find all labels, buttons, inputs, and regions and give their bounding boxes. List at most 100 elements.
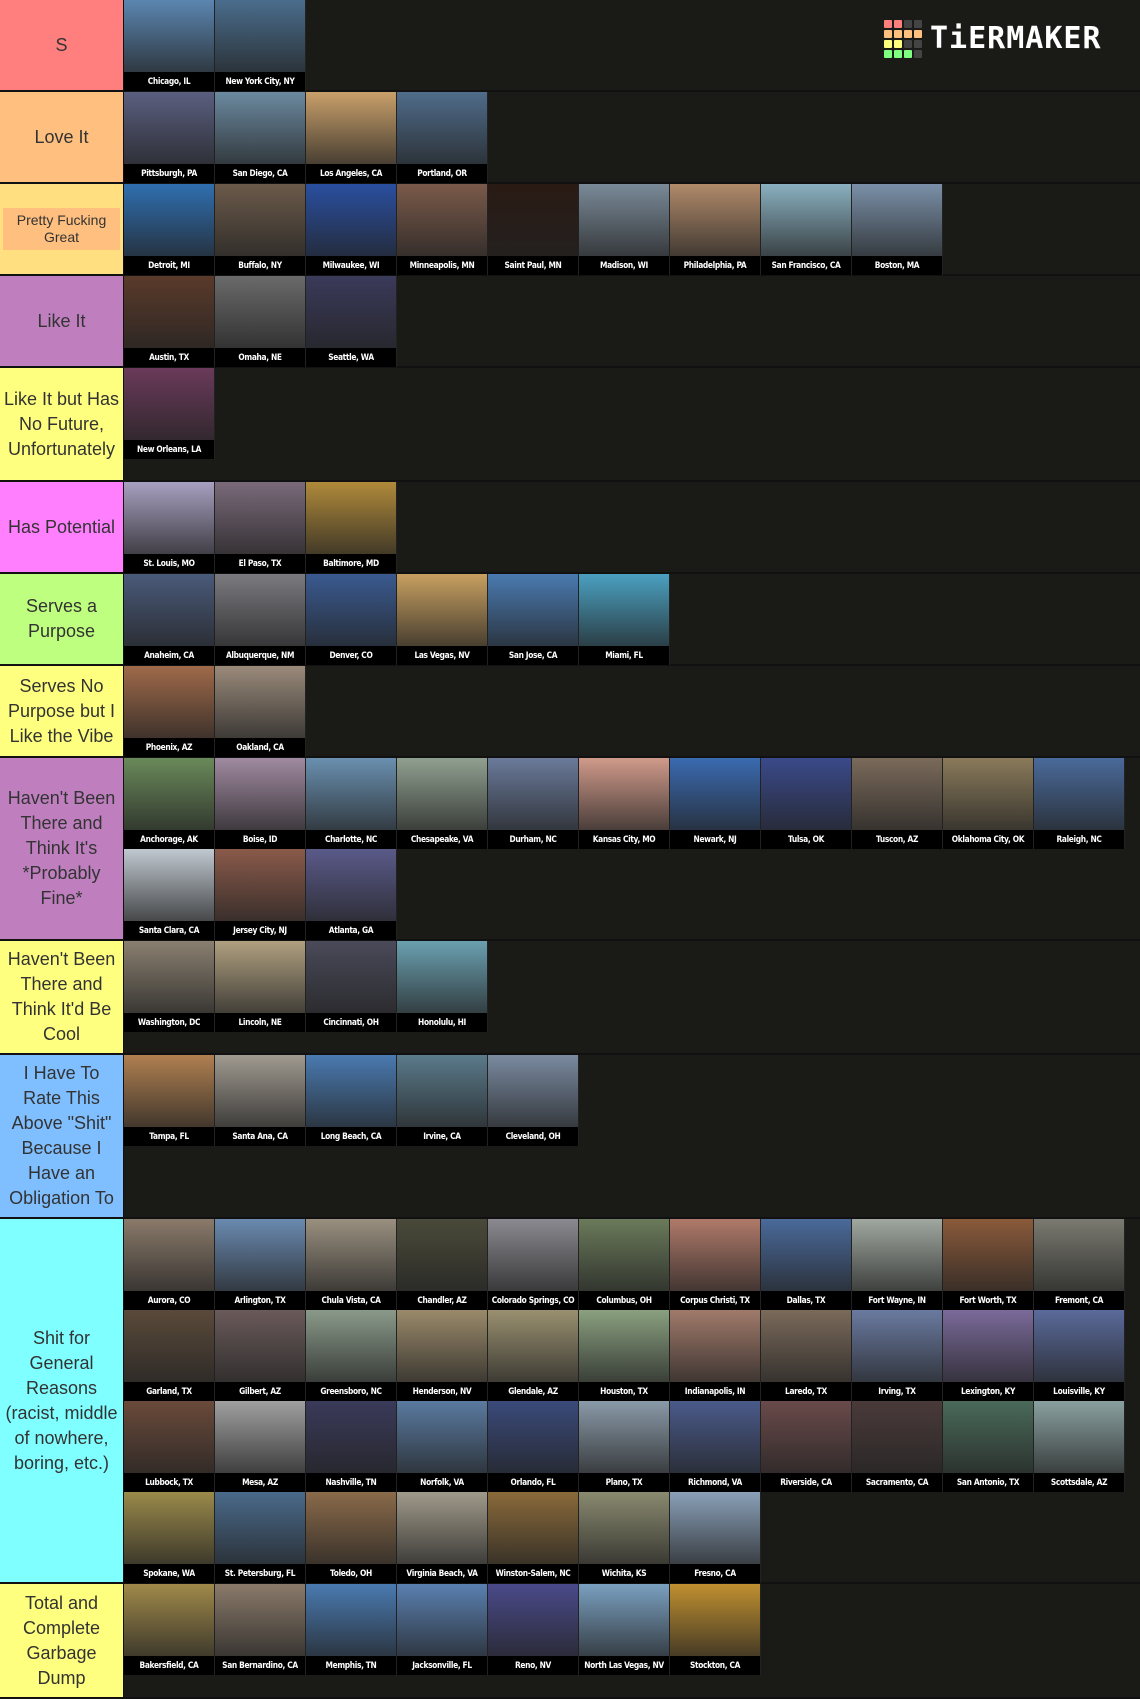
city-card[interactable]: Kansas City, MO — [579, 758, 670, 849]
city-card[interactable]: Raleigh, NC — [1034, 758, 1125, 849]
city-card[interactable]: Irvine, CA — [397, 1055, 488, 1146]
city-card[interactable]: Corpus Christi, TX — [670, 1219, 761, 1310]
city-card[interactable]: Santa Ana, CA — [215, 1055, 306, 1146]
city-card[interactable]: Las Vegas, NV — [397, 574, 488, 665]
tier-label[interactable]: Like It — [0, 276, 124, 366]
city-card[interactable]: Wichita, KS — [579, 1492, 670, 1583]
city-card[interactable]: St. Louis, MO — [124, 482, 215, 573]
city-card[interactable]: Fort Worth, TX — [943, 1219, 1034, 1310]
city-card[interactable]: Plano, TX — [579, 1401, 670, 1492]
city-card[interactable]: Pittsburgh, PA — [124, 92, 215, 183]
city-card[interactable]: Chandler, AZ — [397, 1219, 488, 1310]
city-card[interactable]: Aurora, CO — [124, 1219, 215, 1310]
city-card[interactable]: Garland, TX — [124, 1310, 215, 1401]
city-card[interactable]: Riverside, CA — [761, 1401, 852, 1492]
city-card[interactable]: Toledo, OH — [306, 1492, 397, 1583]
city-card[interactable]: Reno, NV — [488, 1584, 579, 1675]
city-card[interactable]: Cincinnati, OH — [306, 941, 397, 1032]
city-card[interactable]: Louisville, KY — [1034, 1310, 1125, 1401]
city-card[interactable]: Oakland, CA — [215, 666, 306, 757]
city-card[interactable]: Richmond, VA — [670, 1401, 761, 1492]
tier-label[interactable]: Pretty Fucking Great — [0, 184, 124, 274]
city-card[interactable]: Washington, DC — [124, 941, 215, 1032]
city-card[interactable]: Boston, MA — [852, 184, 943, 275]
city-card[interactable]: Denver, CO — [306, 574, 397, 665]
city-card[interactable]: Bakersfield, CA — [124, 1584, 215, 1675]
city-card[interactable]: Tampa, FL — [124, 1055, 215, 1146]
city-card[interactable]: San Diego, CA — [215, 92, 306, 183]
city-card[interactable]: Tulsa, OK — [761, 758, 852, 849]
tier-label[interactable]: Serves a Purpose — [0, 574, 124, 664]
city-card[interactable]: Lincoln, NE — [215, 941, 306, 1032]
city-card[interactable]: Scottsdale, AZ — [1034, 1401, 1125, 1492]
city-card[interactable]: Orlando, FL — [488, 1401, 579, 1492]
city-card[interactable]: Nashville, TN — [306, 1401, 397, 1492]
city-card[interactable]: Indianapolis, IN — [670, 1310, 761, 1401]
city-card[interactable]: Detroit, MI — [124, 184, 215, 275]
city-card[interactable]: San Bernardino, CA — [215, 1584, 306, 1675]
city-card[interactable]: El Paso, TX — [215, 482, 306, 573]
city-card[interactable]: Jersey City, NJ — [215, 849, 306, 940]
tier-label[interactable]: Total and Complete Garbage Dump — [0, 1584, 124, 1697]
city-card[interactable]: Virginia Beach, VA — [397, 1492, 488, 1583]
city-card[interactable]: San Antonio, TX — [943, 1401, 1034, 1492]
city-card[interactable]: Sacramento, CA — [852, 1401, 943, 1492]
tier-label[interactable]: Haven't Been There and Think It'd Be Coo… — [0, 941, 124, 1053]
city-card[interactable]: Saint Paul, MN — [488, 184, 579, 275]
city-card[interactable]: Milwaukee, WI — [306, 184, 397, 275]
city-card[interactable]: Jacksonville, FL — [397, 1584, 488, 1675]
city-card[interactable]: St. Petersburg, FL — [215, 1492, 306, 1583]
city-card[interactable]: Irving, TX — [852, 1310, 943, 1401]
city-card[interactable]: Greensboro, NC — [306, 1310, 397, 1401]
city-card[interactable]: Santa Clara, CA — [124, 849, 215, 940]
city-card[interactable]: Albuquerque, NM — [215, 574, 306, 665]
city-card[interactable]: Charlotte, NC — [306, 758, 397, 849]
city-card[interactable]: Laredo, TX — [761, 1310, 852, 1401]
city-card[interactable]: Tuscon, AZ — [852, 758, 943, 849]
tier-label[interactable]: Like It but Has No Future, Unfortunately — [0, 368, 124, 480]
city-card[interactable]: Columbus, OH — [579, 1219, 670, 1310]
city-card[interactable]: Phoenix, AZ — [124, 666, 215, 757]
city-card[interactable]: San Jose, CA — [488, 574, 579, 665]
tier-label[interactable]: Has Potential — [0, 482, 124, 572]
city-card[interactable]: Winston-Salem, NC — [488, 1492, 579, 1583]
city-card[interactable]: Houston, TX — [579, 1310, 670, 1401]
tier-label[interactable]: Serves No Purpose but I Like the Vibe — [0, 666, 124, 756]
city-card[interactable]: Spokane, WA — [124, 1492, 215, 1583]
city-card[interactable]: Chesapeake, VA — [397, 758, 488, 849]
city-card[interactable]: Dallas, TX — [761, 1219, 852, 1310]
city-card[interactable]: Anchorage, AK — [124, 758, 215, 849]
city-card[interactable]: San Francisco, CA — [761, 184, 852, 275]
city-card[interactable]: Memphis, TN — [306, 1584, 397, 1675]
city-card[interactable]: Los Angeles, CA — [306, 92, 397, 183]
city-card[interactable]: Gilbert, AZ — [215, 1310, 306, 1401]
city-card[interactable]: Minneapolis, MN — [397, 184, 488, 275]
city-card[interactable]: Seattle, WA — [306, 276, 397, 367]
city-card[interactable]: Cleveland, OH — [488, 1055, 579, 1146]
tier-label[interactable]: Shit for General Reasons (racist, middle… — [0, 1219, 124, 1582]
city-card[interactable]: Newark, NJ — [670, 758, 761, 849]
city-card[interactable]: Fremont, CA — [1034, 1219, 1125, 1310]
city-card[interactable]: Glendale, AZ — [488, 1310, 579, 1401]
city-card[interactable]: Lexington, KY — [943, 1310, 1034, 1401]
city-card[interactable]: Baltimore, MD — [306, 482, 397, 573]
city-card[interactable]: Norfolk, VA — [397, 1401, 488, 1492]
city-card[interactable]: Portland, OR — [397, 92, 488, 183]
city-card[interactable]: Henderson, NV — [397, 1310, 488, 1401]
city-card[interactable]: New Orleans, LA — [124, 368, 215, 459]
city-card[interactable]: Stockton, CA — [670, 1584, 761, 1675]
city-card[interactable]: Anaheim, CA — [124, 574, 215, 665]
tier-label[interactable]: Haven't Been There and Think It's *Proba… — [0, 758, 124, 939]
city-card[interactable]: Colorado Springs, CO — [488, 1219, 579, 1310]
city-card[interactable]: Austin, TX — [124, 276, 215, 367]
city-card[interactable]: Fort Wayne, IN — [852, 1219, 943, 1310]
city-card[interactable]: Lubbock, TX — [124, 1401, 215, 1492]
city-card[interactable]: Miami, FL — [579, 574, 670, 665]
city-card[interactable]: Chula Vista, CA — [306, 1219, 397, 1310]
city-card[interactable]: Omaha, NE — [215, 276, 306, 367]
tier-label[interactable]: Love It — [0, 92, 124, 182]
tiermaker-logo[interactable]: TiERMAKER — [884, 20, 1102, 58]
city-card[interactable]: Madison, WI — [579, 184, 670, 275]
city-card[interactable]: Buffalo, NY — [215, 184, 306, 275]
city-card[interactable]: Chicago, IL — [124, 0, 215, 91]
